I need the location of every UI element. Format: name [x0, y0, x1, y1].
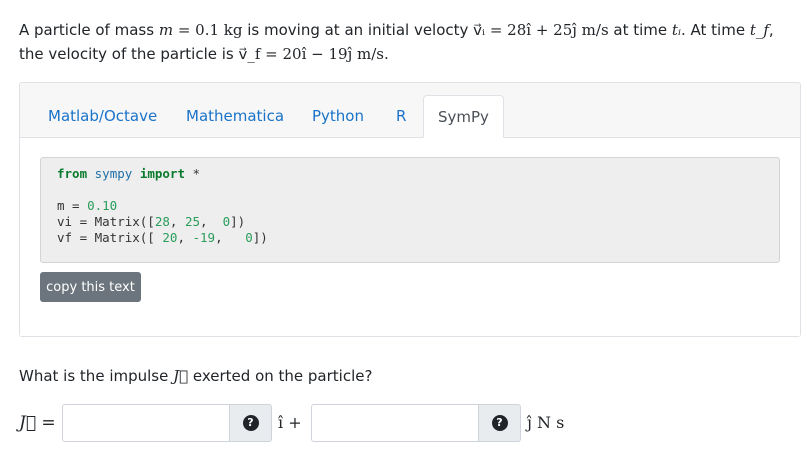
impulse-i-component-input[interactable]: [62, 404, 230, 442]
code-module: sympy: [94, 166, 133, 181]
code-number: 0: [245, 230, 253, 245]
code-text: m =: [57, 198, 88, 213]
code-block: from sympy import * m = 0.10 vi = Matrix…: [40, 157, 780, 263]
tab-r[interactable]: R: [382, 95, 420, 137]
mass-variable: m: [158, 21, 174, 39]
final-time: t_f: [749, 21, 769, 39]
code-number: 0: [222, 214, 231, 229]
question-text: What is the impulse J⃗ exerted on the pa…: [19, 364, 372, 388]
code-star: *: [192, 166, 201, 181]
i-unit-label: î +: [278, 413, 302, 432]
problem-text: . At time: [680, 21, 750, 39]
tab-matlab-octave[interactable]: Matlab/Octave: [34, 95, 171, 137]
tab-mathematica[interactable]: Mathematica: [172, 95, 298, 137]
code-text: vf = Matrix([: [57, 230, 155, 245]
problem-text: .: [384, 45, 389, 63]
question-part: What is the impulse: [19, 367, 174, 385]
impulse-j-component-input[interactable]: [311, 404, 479, 442]
final-velocity-expression: v⃗_f = 20î − 19ĵ m/s: [238, 45, 384, 63]
code-keyword: from: [57, 166, 88, 181]
initial-time: tᵢ: [671, 21, 681, 39]
initial-velocity-expression: v⃗ᵢ = 28î + 25ĵ m/s: [473, 21, 609, 39]
code-text: vi = Matrix([: [57, 214, 155, 229]
help-button-i[interactable]: ?: [230, 404, 272, 442]
copy-text-button[interactable]: copy this text: [40, 272, 141, 302]
mass-value: = 0.1 kg: [173, 21, 243, 39]
j-unit-label: ĵ N s: [527, 413, 565, 432]
code-line-mass: m = 0.10: [57, 198, 763, 214]
code-tabs-panel: Matlab/Octave Mathematica Python R SymPy…: [19, 82, 801, 337]
help-button-j[interactable]: ?: [479, 404, 521, 442]
code-number: 25: [184, 214, 201, 229]
code-number: 0.10: [87, 198, 118, 213]
tab-python[interactable]: Python: [298, 95, 378, 137]
answer-row: J⃗ = ? î + ? ĵ N s: [19, 404, 799, 442]
question-part: exerted on the particle?: [188, 367, 373, 385]
tab-sympy[interactable]: SymPy: [423, 95, 504, 138]
question-mark-icon: ?: [491, 415, 508, 431]
problem-text: at time: [608, 21, 672, 39]
code-line-vf: vf = Matrix([ 20, -19, 0]): [57, 230, 268, 245]
impulse-label: J⃗ =: [19, 413, 56, 433]
tab-content: from sympy import * m = 0.10 vi = Matrix…: [20, 138, 800, 336]
code-number: 20: [162, 230, 178, 245]
code-line-import: from sympy import *: [57, 166, 763, 182]
code-keyword: import: [139, 166, 185, 181]
problem-statement: A particle of mass m = 0.1 kg is moving …: [19, 18, 789, 66]
problem-text: is moving at an initial velocty: [242, 21, 474, 39]
code-number: 28: [154, 214, 170, 229]
question-mark-icon: ?: [242, 415, 259, 431]
impulse-variable: J⃗: [173, 367, 189, 385]
problem-text: A particle of mass: [19, 21, 159, 39]
code-line-vi: vi = Matrix([28, 25, 0]): [57, 214, 246, 229]
language-tabs: Matlab/Octave Mathematica Python R SymPy: [20, 95, 800, 138]
code-number: -19: [192, 230, 216, 245]
